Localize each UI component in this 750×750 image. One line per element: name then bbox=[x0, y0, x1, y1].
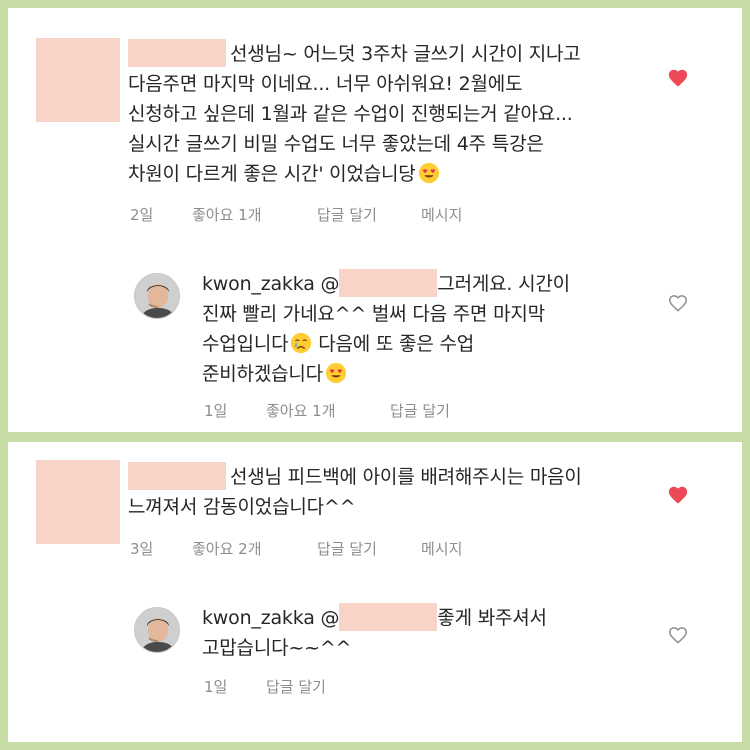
reply-time: 1일 bbox=[204, 678, 228, 696]
likes-count-link[interactable]: 좋아요 2개 bbox=[192, 538, 262, 559]
comment-thread-1: 선생님~ 어느덧 3주차 글쓰기 시간이 지나고 다음주면 마지막 이네요...… bbox=[8, 8, 742, 432]
redacted-avatar bbox=[36, 38, 120, 122]
reply-username[interactable]: kwon_zakka bbox=[202, 607, 315, 629]
comment-body: 선생님 피드백에 아이를 배려해주시는 마음이 느껴져서 감동이었습니다^^ bbox=[128, 462, 582, 522]
redacted-username[interactable] bbox=[128, 39, 226, 67]
comment-line: 실시간 글쓰기 비밀 수업도 너무 좋았는데 4주 특강은 bbox=[128, 133, 544, 155]
redacted-mention[interactable] bbox=[339, 603, 438, 631]
avatar[interactable] bbox=[134, 273, 180, 319]
comment-line: 다음주면 마지막 이네요... 너무 아쉬워요! 2월에도 bbox=[128, 73, 523, 95]
reply-username[interactable]: kwon_zakka bbox=[202, 273, 315, 295]
likes-count-link[interactable]: 좋아요 1개 bbox=[192, 204, 262, 225]
comment-line: 신청하고 싶은데 1월과 같은 수업이 진행되는거 같아요... bbox=[128, 103, 573, 125]
reply-body: kwon_zakka @ 좋게 봐주셔서 고맙습니다~~^^ bbox=[202, 603, 547, 663]
mention-at-sign: @ bbox=[320, 273, 340, 295]
redacted-mention[interactable] bbox=[339, 269, 438, 297]
reply-link[interactable]: 답글 달기 bbox=[317, 204, 377, 225]
crying-emoji-icon bbox=[291, 332, 312, 354]
like-heart-outline-icon[interactable] bbox=[667, 624, 689, 646]
reply-line: 준비하겠습니다 bbox=[202, 363, 323, 385]
message-link[interactable]: 메시지 bbox=[421, 204, 462, 225]
message-link[interactable]: 메시지 bbox=[421, 538, 462, 559]
reply-body: kwon_zakka @ 그러게요. 시간이 진짜 빨리 가네요^^ 벌써 다음 … bbox=[202, 269, 570, 389]
reply-time: 1일 bbox=[204, 402, 228, 420]
reply-line: 그러게요. 시간이 bbox=[437, 273, 570, 295]
reply-line: 진짜 빨리 가네요^^ 벌써 다음 주면 마지막 bbox=[202, 303, 545, 325]
redacted-avatar bbox=[36, 460, 120, 544]
reply-line: 수업입니다 bbox=[202, 333, 289, 355]
comment-line: 느껴져서 감동이었습니다^^ bbox=[128, 496, 356, 518]
redacted-username[interactable] bbox=[128, 462, 226, 490]
like-heart-outline-icon[interactable] bbox=[667, 292, 689, 314]
reply-line: 다음에 또 좋은 수업 bbox=[318, 333, 475, 355]
comment-time: 3일 bbox=[130, 540, 154, 558]
comment-line: 선생님~ 어느덧 3주차 글쓰기 시간이 지나고 bbox=[230, 43, 581, 65]
profile-photo-icon bbox=[135, 274, 179, 318]
heart-eyes-emoji-icon bbox=[418, 162, 439, 184]
comment-line: 선생님 피드백에 아이를 배려해주시는 마음이 bbox=[230, 466, 582, 488]
reply-line: 좋게 봐주셔서 bbox=[437, 607, 547, 629]
comment-line: 차원이 다르게 좋은 시간' 이었습니당 bbox=[128, 163, 416, 185]
likes-count-link[interactable]: 좋아요 1개 bbox=[266, 400, 336, 421]
mention-at-sign: @ bbox=[320, 607, 340, 629]
reply-line: 고맙습니다~~^^ bbox=[202, 637, 352, 659]
comment-thread-2: 선생님 피드백에 아이를 배려해주시는 마음이 느껴져서 감동이었습니다^^ 3… bbox=[8, 442, 742, 742]
heart-eyes-emoji-icon bbox=[325, 362, 347, 384]
profile-photo-icon bbox=[135, 608, 179, 652]
reply-link[interactable]: 답글 달기 bbox=[266, 676, 326, 697]
like-heart-filled-icon[interactable] bbox=[667, 484, 689, 506]
comment-time: 2일 bbox=[130, 206, 154, 224]
like-heart-filled-icon[interactable] bbox=[667, 67, 689, 89]
avatar[interactable] bbox=[134, 607, 180, 653]
comment-body: 선생님~ 어느덧 3주차 글쓰기 시간이 지나고 다음주면 마지막 이네요...… bbox=[128, 39, 581, 189]
reply-link[interactable]: 답글 달기 bbox=[390, 400, 450, 421]
reply-link[interactable]: 답글 달기 bbox=[317, 538, 377, 559]
